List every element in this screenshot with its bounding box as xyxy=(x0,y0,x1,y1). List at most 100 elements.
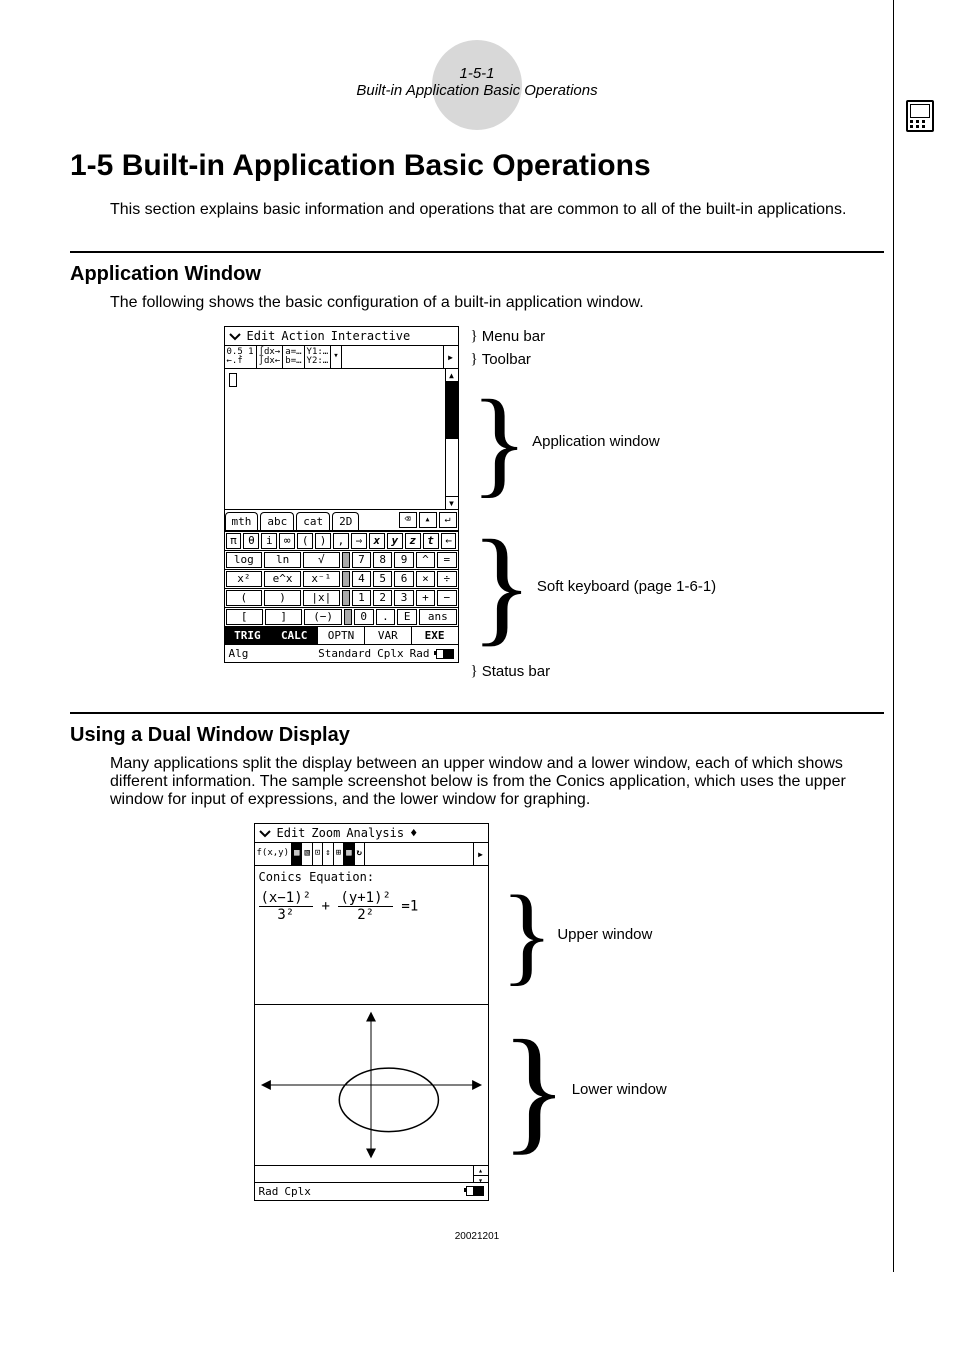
annot-upper: Upper window xyxy=(557,926,652,943)
kbd-key: , xyxy=(333,533,349,549)
kbd-del-icon: ⌫ xyxy=(399,512,417,528)
kbd-drag-handle xyxy=(342,571,350,587)
kbd-key: √ xyxy=(303,552,340,568)
kbd-key: ans xyxy=(419,609,456,625)
toolbar-expand-icon: ▸ xyxy=(443,346,458,368)
status-rad: Rad xyxy=(410,647,430,660)
kbd-up-icon: ▴ xyxy=(419,512,437,528)
kbd-key: 9 xyxy=(394,552,413,568)
conics-menubar: Edit Zoom Analysis ♦ xyxy=(254,823,489,843)
kbd-tab-2d: 2D xyxy=(332,512,359,530)
app-menu-icon xyxy=(229,331,241,341)
calculator-screenshot: Edit Action Interactive 0.5 1←.ḟ ∫dx→∫dx… xyxy=(224,326,459,663)
status-cplx: Cplx xyxy=(377,647,404,660)
kbd-key: 0 xyxy=(354,609,374,625)
kbd-key: ← xyxy=(441,533,457,549)
status-rad: Rad xyxy=(259,1185,279,1198)
kbd-key: ÷ xyxy=(437,571,456,587)
toolbar-refresh-icon: ↻ xyxy=(355,843,365,865)
kbd-key: ln xyxy=(264,552,301,568)
kbd-drag-handle xyxy=(344,609,352,625)
brace-icon: } xyxy=(471,541,533,632)
status-standard: Standard xyxy=(318,647,371,660)
annot-statusbar: Status bar xyxy=(482,663,550,680)
kbd-key: − xyxy=(437,590,456,606)
kbd-key: (−) xyxy=(304,609,341,625)
brace-icon: } xyxy=(471,663,478,680)
equation-frac1: (x−1)² 3² xyxy=(259,890,314,923)
brace-icon: } xyxy=(471,400,529,484)
kbd-tab-mth: mth xyxy=(225,512,259,530)
annot-softkbd: Soft keyboard (page 1-6-1) xyxy=(537,578,716,595)
subsection2-intro: Many applications split the display betw… xyxy=(110,755,884,809)
toolbar-btn: ↕ xyxy=(323,843,333,865)
toolbar-btn: ▧ xyxy=(302,843,312,865)
status-alg: Alg xyxy=(229,647,249,660)
header-page-title: Built-in Application Basic Operations xyxy=(70,82,884,99)
header-page-number: 1-5-1 xyxy=(70,65,884,82)
toolbar-btn: Y1:…Y2:… xyxy=(305,346,332,368)
conics-screenshot: Edit Zoom Analysis ♦ f(x,y) ▦ ▧ ⊡ ↕ ⊞ ▦ … xyxy=(254,823,489,1201)
date-stamp: 20021201 xyxy=(70,1231,884,1242)
kbd-bottom-key: TRIG xyxy=(225,627,272,644)
toolbar-btn: a=…b=… xyxy=(283,346,304,368)
conics-input-bar: ▴ ▾ xyxy=(254,1166,489,1183)
kbd-key: π xyxy=(226,533,242,549)
menu-interactive: Interactive xyxy=(331,329,410,343)
conics-upper-window: Conics Equation: (x−1)² 3² + (y+1)² 2² =… xyxy=(254,866,489,1005)
battery-icon xyxy=(436,649,454,659)
calc-app-window: ▴ ▾ xyxy=(224,369,459,510)
kbd-key: i xyxy=(261,533,277,549)
subsection1-intro: The following shows the basic configurat… xyxy=(110,294,884,312)
soft-keyboard: mth abc cat 2D ⌫ ▴ ↵ πθi∞(),⇒xyzt← logln… xyxy=(224,510,459,645)
kbd-key: e^x xyxy=(264,571,301,587)
kbd-key: x² xyxy=(226,571,263,587)
kbd-key: 1 xyxy=(352,590,371,606)
conics-toolbar: f(x,y) ▦ ▧ ⊡ ↕ ⊞ ▦ ↻ ▸ xyxy=(254,843,489,866)
toolbar-btn: ▦ xyxy=(344,843,354,865)
kbd-key: ⇒ xyxy=(351,533,367,549)
kbd-key: ] xyxy=(265,609,302,625)
kbd-key: E xyxy=(397,609,417,625)
kbd-key: |x| xyxy=(303,590,340,606)
kbd-key: log xyxy=(226,552,263,568)
annot-toolbar: Toolbar xyxy=(482,351,531,368)
scroll-up-icon: ▴ xyxy=(446,369,458,382)
calc-menubar: Edit Action Interactive xyxy=(224,326,459,346)
kbd-key: ( xyxy=(297,533,313,549)
kbd-bottom-key: CALC xyxy=(271,627,318,644)
kbd-tab-abc: abc xyxy=(260,512,294,530)
subsection2-heading: Using a Dual Window Display xyxy=(70,724,884,747)
battery-icon xyxy=(466,1186,484,1196)
conics-status-bar: Rad Cplx xyxy=(254,1183,489,1201)
toolbar-btn: ⊞ xyxy=(334,843,344,865)
kbd-key: ∞ xyxy=(279,533,295,549)
kbd-key: ( xyxy=(226,590,263,606)
menu-action: Action xyxy=(281,329,324,343)
kbd-enter-icon: ↵ xyxy=(439,512,457,528)
kbd-key: 2 xyxy=(373,590,392,606)
brace-icon: } xyxy=(501,1041,568,1139)
kbd-key: 4 xyxy=(352,571,371,587)
rule xyxy=(70,251,884,253)
toolbar-fxy-btn: f(x,y) xyxy=(255,843,293,865)
kbd-key: ) xyxy=(264,590,301,606)
kbd-bottom-key: EXE xyxy=(412,627,458,644)
kbd-key: 7 xyxy=(352,552,371,568)
annot-menubar: Menu bar xyxy=(482,328,545,345)
kbd-key: 3 xyxy=(394,590,413,606)
conics-lower-window xyxy=(254,1005,489,1166)
section-heading: 1-5 Built-in Application Basic Operation… xyxy=(70,149,884,183)
kbd-drag-handle xyxy=(342,590,350,606)
text-cursor xyxy=(229,373,237,387)
brace-icon: } xyxy=(501,896,554,973)
annot-appwin: Application window xyxy=(532,433,660,450)
kbd-key: ^ xyxy=(416,552,435,568)
brace-icon: } xyxy=(471,328,478,345)
toolbar-btn: ▦ xyxy=(292,843,302,865)
kbd-bottom-key: VAR xyxy=(365,627,412,644)
menu-edit: Edit xyxy=(277,826,306,840)
toolbar-btn: ∫dx→∫dx← xyxy=(257,346,284,368)
scrollbar: ▴ ▾ xyxy=(445,369,458,509)
equation-rhs: =1 xyxy=(401,898,418,914)
